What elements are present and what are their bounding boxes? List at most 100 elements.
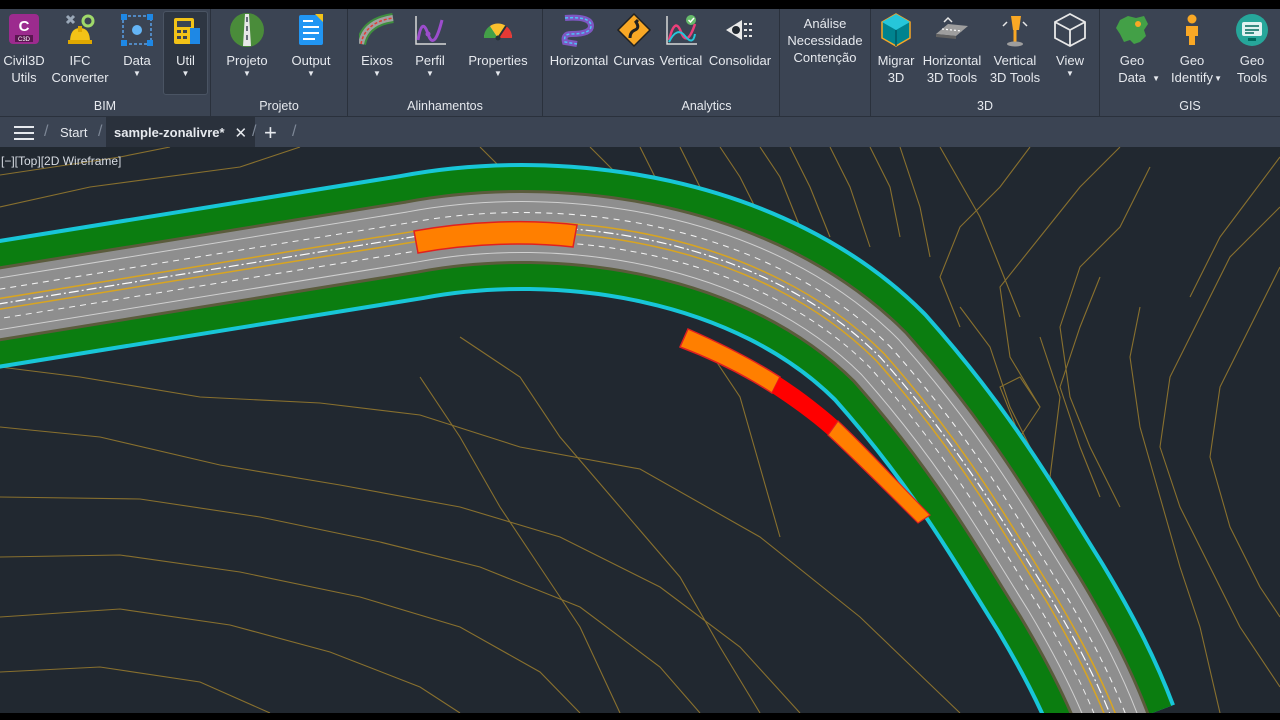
ribbon-group-label-gis: GIS [1179,99,1201,113]
tab-separator: / [44,123,49,140]
ribbon-group-bim: C C3D Civil3D Utils IFC Converter Data ▼ … [0,9,210,116]
ifc-converter-button[interactable]: IFC Converter [48,12,112,94]
perfil-button[interactable]: Perfil ▼ [408,12,452,94]
ribbon: C C3D Civil3D Utils IFC Converter Data ▼ … [0,9,1280,116]
road-corridor [0,163,1175,713]
wireframe-cube-icon [1052,12,1088,48]
util-button[interactable]: Util ▼ [163,11,208,95]
tab-document[interactable]: sample-zonalivre* ✕ [106,117,256,148]
horizontal-analytics-label: Horizontal [549,53,609,68]
map-icon [1114,12,1150,48]
data-dropdown-caret: ▼ [133,69,141,78]
viewport-controls-label[interactable]: [−][Top][2D Wireframe] [1,154,121,168]
ribbon-group-label-bim: BIM [93,99,117,113]
3d-road-icon [934,12,970,48]
status-bar [0,713,1280,720]
svg-text:C3D: C3D [18,37,31,43]
vertical-3d-tools-label: Vertical 3D Tools [989,53,1041,85]
geo-identify-dropdown-caret: ▼ [1214,74,1222,83]
tab-separator: / [252,123,257,140]
hamburger-menu-icon [14,125,34,140]
ribbon-group-label-analytics: Analytics [681,99,732,113]
vertical-analytics-label: Vertical [659,53,703,68]
view-dropdown-caret: ▼ [1066,69,1074,78]
ribbon-group-projeto: Projeto ▼ Output ▼ Projeto [211,9,347,116]
geo-data-button[interactable]: Geo Data ▼ [1106,12,1160,94]
util-icon [168,12,204,48]
migrar-3d-label: Migrar 3D [877,53,915,85]
migrar-3d-button[interactable]: Migrar 3D [873,12,919,94]
horizontal-curve-icon [561,12,597,48]
ribbon-group-label-alinhamentos: Alinhamentos [407,99,483,113]
data-label: Data [123,53,151,68]
eixos-dropdown-caret: ▼ [373,69,381,78]
curvas-label: Curvas [613,53,655,68]
drawing-viewport[interactable]: [−][Top][2D Wireframe] [0,147,1280,713]
3d-pin-icon [997,12,1033,48]
consolidar-button[interactable]: Consolidar [707,12,773,94]
civil3d-icon: C C3D [6,12,42,48]
tab-document-label: sample-zonalivre* [114,125,225,140]
properties-button[interactable]: Properties ▼ [464,12,532,94]
projeto-label: Projeto [226,53,268,68]
analise-contencao-button[interactable]: Análise Necessidade Contenção [785,15,865,97]
ribbon-group-analytics: Horizontal Curvas Vertical Consolidar An… [543,9,870,116]
person-icon [1174,12,1210,48]
new-tab-button[interactable]: + [264,117,277,148]
perfil-label: Perfil [415,53,445,68]
geo-tools-button[interactable]: Geo Tools [1228,12,1276,94]
tab-start[interactable]: Start [60,117,87,148]
output-button[interactable]: Output ▼ [285,12,337,94]
tab-separator: / [292,123,297,140]
civil3d-utils-button[interactable]: C C3D Civil3D Utils [2,12,46,94]
ifc-converter-icon [62,12,98,48]
consolidate-icon [722,12,758,48]
consolidar-label: Consolidar [708,53,772,68]
properties-label: Properties [468,53,528,68]
horizontal-3d-tools-label: Horizontal 3D Tools [922,53,982,85]
vertical-analytics-button[interactable]: Vertical [657,12,705,94]
perfil-dropdown-caret: ▼ [426,69,434,78]
projeto-button[interactable]: Projeto ▼ [221,12,273,94]
drawing-canvas [0,147,1280,713]
vertical-profile-icon [663,12,699,48]
util-dropdown-caret: ▼ [181,69,190,78]
util-label: Util [176,53,195,68]
tab-separator: / [98,123,103,140]
ifc-converter-label: IFC Converter [51,53,109,85]
road-project-icon [229,12,265,48]
civil3d-utils-label: Civil3D Utils [3,53,45,85]
geo-data-dropdown-caret: ▼ [1152,74,1160,83]
document-tab-bar: / Start / sample-zonalivre* ✕ / + / [0,116,1280,148]
geo-identify-label: Geo Identify [1171,53,1213,85]
ribbon-group-alinhamentos: Eixos ▼ Perfil ▼ Properties ▼ Alinhament… [348,9,542,116]
data-button[interactable]: Data ▼ [114,12,160,94]
alignment-axis-icon [359,12,395,48]
view-label: View [1056,53,1084,68]
horizontal-3d-tools-button[interactable]: Horizontal 3D Tools [919,12,985,94]
winding-road-sign-icon [616,12,652,48]
3d-cube-icon [878,12,914,48]
output-dropdown-caret: ▼ [307,69,315,78]
geo-data-label: Geo Data [1118,53,1146,85]
horizontal-analytics-button[interactable]: Horizontal [547,12,611,94]
svg-text:C: C [19,18,30,35]
globe-tools-icon [1234,12,1270,48]
profile-icon [412,12,448,48]
curvas-button[interactable]: Curvas [613,12,655,94]
geo-tools-label: Geo Tools [1236,53,1268,85]
ribbon-group-3d: Migrar 3D Horizontal 3D Tools Vertical 3… [871,9,1099,116]
view-button[interactable]: View ▼ [1047,12,1093,94]
geo-identify-button[interactable]: Geo Identify ▼ [1164,12,1222,94]
output-label: Output [291,53,331,68]
ribbon-group-label-projeto: Projeto [259,99,299,113]
analise-contencao-label: Análise Necessidade Contenção [787,16,863,65]
title-bar [0,0,1280,9]
vertical-3d-tools-button[interactable]: Vertical 3D Tools [987,12,1043,94]
close-tab-icon[interactable]: ✕ [235,124,248,142]
properties-dropdown-caret: ▼ [494,69,502,78]
eixos-button[interactable]: Eixos ▼ [356,12,398,94]
output-icon [293,12,329,48]
plus-icon: + [264,119,277,145]
application-menu-button[interactable] [14,117,34,148]
